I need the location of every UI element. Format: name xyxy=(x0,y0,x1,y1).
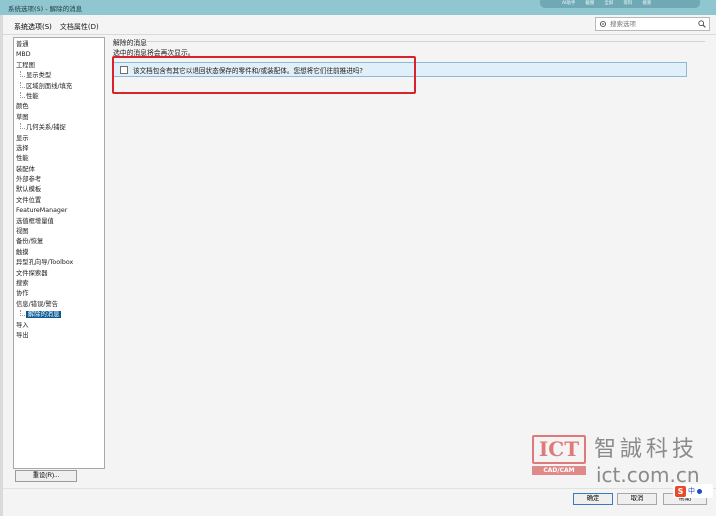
tree-item[interactable]: 区域剖面线/填充 xyxy=(16,81,104,92)
tree-item-label: 视图 xyxy=(16,228,29,236)
tree-item-label: 工程图 xyxy=(16,61,35,69)
reset-button[interactable]: 重设(R)... xyxy=(15,470,77,482)
footer-divider xyxy=(3,488,716,489)
search-box[interactable] xyxy=(595,17,710,31)
tree-item[interactable]: 导入 xyxy=(16,321,104,331)
tree-item-label: 协作 xyxy=(16,290,29,298)
tree-item-label: 性能 xyxy=(26,92,39,100)
tree-item-label: 解除的消息 xyxy=(26,311,62,319)
tree-item[interactable]: 装配体 xyxy=(16,165,104,175)
highlight-annotation-box xyxy=(112,56,416,94)
ok-button[interactable]: 确定 xyxy=(573,493,613,505)
tree-item-label: MBD xyxy=(16,51,31,59)
window-title: 系统选项(S) - 解除的消息 xyxy=(8,5,83,13)
tree-item-label: 颜色 xyxy=(16,103,29,111)
tree-item-label: 选择 xyxy=(16,144,29,152)
top-link-screenshot[interactable]: 截图 xyxy=(585,0,594,6)
tab-document-properties[interactable]: 文档属性(D) xyxy=(59,22,100,32)
title-bar: 系统选项(S) - 解除的消息 AI助手 截图 全屏 资料 搜索 xyxy=(0,0,716,15)
tree-item[interactable]: 文件探索器 xyxy=(16,269,104,279)
tree-item-label: 外部参考 xyxy=(16,176,42,184)
tree-item-label: 几何关系/捕捉 xyxy=(26,124,66,132)
tree-item[interactable]: 草图 xyxy=(16,113,104,123)
tree-item-label: 普通 xyxy=(16,41,29,48)
search-input[interactable] xyxy=(610,20,690,28)
top-links: AI助手 截图 全屏 资料 搜索 xyxy=(562,0,651,6)
tree-item[interactable]: 性能 xyxy=(16,91,104,102)
tab-bar: 系统选项(S) 文档属性(D) xyxy=(13,22,100,32)
tree-item[interactable]: 文件位置 xyxy=(16,196,104,206)
tree-item-label: 文件探索器 xyxy=(16,269,48,277)
top-link-ai[interactable]: AI助手 xyxy=(562,0,575,6)
cancel-button[interactable]: 取消 xyxy=(617,493,657,505)
tree-item[interactable]: 性能 xyxy=(16,154,104,164)
tree-item-label: 显示类型 xyxy=(26,72,52,80)
divider xyxy=(3,34,716,35)
tree-item-label: 导入 xyxy=(16,321,29,329)
top-link-search[interactable]: 搜索 xyxy=(642,0,651,6)
tree-item[interactable]: 选择 xyxy=(16,144,104,154)
tree-item-label: 文件位置 xyxy=(16,196,42,204)
options-tree[interactable]: 普通 MBD 工程图 显示类型 区域剖面线/填充 性能 颜色 草图 几何关系/捕捉 显示 选择 性能装… xyxy=(13,37,105,469)
tree-item[interactable]: 解除的消息 xyxy=(16,310,104,320)
tree-item[interactable]: FeatureManager xyxy=(16,206,104,216)
tree-item[interactable]: 搜索 xyxy=(16,279,104,289)
tree-item-label: 信息/错误/警告 xyxy=(16,300,59,308)
tree-item-label: 显示 xyxy=(16,134,29,142)
watermark-logo: ICT CAD/CAM xyxy=(532,435,586,487)
tree-item-label: 草图 xyxy=(16,113,29,121)
group-title: 解除的消息 xyxy=(113,39,147,47)
tree-item-label: 区域剖面线/填充 xyxy=(26,82,73,90)
sogou-icon: S xyxy=(675,485,686,497)
tree-item-label: 备份/恢复 xyxy=(16,238,44,246)
top-link-resources[interactable]: 资料 xyxy=(623,0,632,6)
tree-item[interactable]: 视图 xyxy=(16,227,104,237)
tree-item[interactable]: MBD xyxy=(16,50,104,60)
tree-item[interactable]: 异型孔向导/Toolbox xyxy=(16,258,104,268)
tree-item-label: 默认模板 xyxy=(16,186,42,194)
tree-item-label: 导出 xyxy=(16,331,29,339)
watermark-logo-sub: CAD/CAM xyxy=(532,466,586,475)
tab-system-options[interactable]: 系统选项(S) xyxy=(13,22,53,32)
tree-item-label: 触摸 xyxy=(16,248,29,256)
top-link-fullscreen[interactable]: 全屏 xyxy=(604,0,613,6)
ime-mode-label: 中 xyxy=(688,487,695,495)
tree-item-label: 异型孔向导/Toolbox xyxy=(16,259,74,267)
tree-item[interactable]: 默认模板 xyxy=(16,185,104,195)
tree-item[interactable]: 备份/恢复 xyxy=(16,237,104,247)
watermark-company-name: 智誠科技 xyxy=(594,437,699,462)
tree-item[interactable]: 选值框增量值 xyxy=(16,217,104,227)
search-icon[interactable] xyxy=(698,20,706,28)
tree-item[interactable]: 显示 xyxy=(16,134,104,144)
content-panel: 解除的消息 选中的消息将会再次显示。 该文档包含有其它以退回状态保存的零件和/或… xyxy=(109,37,709,477)
tree-item[interactable]: 工程图 xyxy=(16,61,104,71)
tree-item[interactable]: 信息/错误/警告 xyxy=(16,300,104,310)
tree-item[interactable]: 导出 xyxy=(16,331,104,341)
ime-indicator[interactable]: S 中 xyxy=(673,484,713,498)
tree-item[interactable]: 显示类型 xyxy=(16,71,104,81)
gear-icon[interactable] xyxy=(599,20,607,28)
tree-item[interactable]: 触摸 xyxy=(16,248,104,258)
tree-item-label: 选值框增量值 xyxy=(16,217,54,225)
tree-item[interactable]: 颜色 xyxy=(16,102,104,112)
tree-item[interactable]: 普通 xyxy=(16,40,104,50)
tree-item-label: 装配体 xyxy=(16,165,35,173)
tree-item-label: 搜索 xyxy=(16,279,29,287)
tree-item[interactable]: 协作 xyxy=(16,289,104,299)
ime-dot-icon xyxy=(697,488,702,494)
watermark-logo-text: ICT xyxy=(532,435,586,464)
group-divider xyxy=(147,41,705,42)
tree-item-label: FeatureManager xyxy=(16,207,68,215)
tree-item-label: 性能 xyxy=(16,155,29,163)
tree-item[interactable]: 几何关系/捕捉 xyxy=(16,123,104,133)
tree-item[interactable]: 外部参考 xyxy=(16,175,104,185)
